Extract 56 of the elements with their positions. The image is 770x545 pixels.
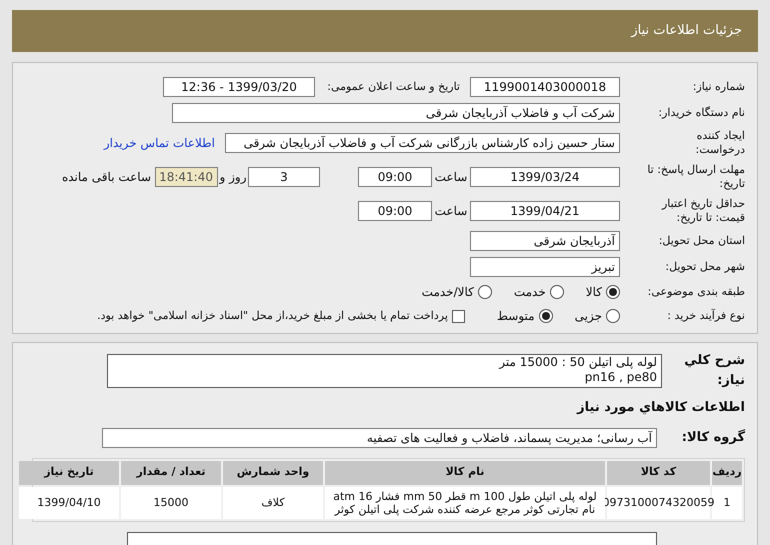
days-field: 3	[248, 167, 320, 187]
checkbox-label: پرداخت تمام یا بخشی از مبلغ خرید،از محل "اسناد خزانه اسلامی" خواهد بود.	[97, 308, 448, 324]
buyer-field: شرکت آب و فاضلاب آذربایجان شرقی	[172, 103, 620, 123]
radio-label: خدمت	[514, 284, 546, 301]
radio-button[interactable]	[606, 309, 620, 323]
time-label: ساعت	[434, 169, 468, 186]
deadline-date-field: 1399/03/24	[470, 167, 620, 187]
province-field: آذربایجان شرقی	[470, 231, 620, 251]
radio-button[interactable]	[478, 285, 492, 299]
radio-button[interactable]	[538, 309, 553, 323]
validity-date-field: 1399/04/21	[470, 201, 620, 221]
goods-group-label: گروه کالا:	[680, 428, 745, 447]
checkbox[interactable]	[452, 310, 465, 322]
radio-button[interactable]	[550, 285, 564, 299]
announce-date-field: 1399/03/20 - 12:36	[163, 77, 315, 97]
radio-label: متوسط	[496, 308, 535, 325]
validity-time-field: 09:00	[358, 201, 432, 221]
city-field: تبریز	[470, 257, 620, 277]
field-label: ایجاد کننده درخواست:	[694, 129, 745, 157]
field-label: طبقه بندی موضوعی:	[646, 285, 745, 299]
remaining-time-field: 18:41:40	[155, 167, 218, 187]
column-header: ردیف	[712, 460, 742, 484]
field-label: نوع فرآیند خرید :	[666, 309, 745, 323]
table-cell: لوله پلی اتیلن طول 100 m قطر 50 mm فشار 16 atm نام تجارتی کوثر مرجع عرضه کننده شرکت پلی اتیلن کوثر	[325, 486, 605, 518]
table-cell: 15000	[121, 486, 221, 518]
table-cell: 1399/04/10	[19, 486, 119, 518]
field-label: شهر محل تحویل:	[664, 260, 745, 274]
goods-heading: اطلاعات كالاهاي مورد نياز	[576, 399, 745, 417]
page-title: جزئیات اطلاعات نیاز	[631, 22, 742, 40]
field-label: شماره نیاز:	[692, 80, 745, 94]
description-line: لوله پلی اتیلن 50 : 15000 متر	[498, 354, 657, 370]
description-label: شرح كلي نياز:	[683, 352, 745, 390]
radio-button[interactable]	[606, 285, 620, 299]
field-label: حداقل تاریخ اعتبار قیمت: تا تاریخ:	[660, 197, 745, 225]
column-header: تاریخ نیاز	[19, 460, 119, 484]
field-label: استان محل تحویل:	[658, 234, 745, 248]
field-label: تاریخ و ساعت اعلان عمومی:	[326, 80, 460, 94]
radio-label: جزیی	[574, 308, 602, 325]
radio-label: کالا/خدمت	[422, 284, 474, 301]
field-label: نام دستگاه خریدار:	[657, 106, 745, 120]
column-header: کد کالا	[607, 460, 710, 484]
table-cell: کلاف	[223, 486, 323, 518]
deadline-time-field: 09:00	[358, 167, 432, 187]
column-header: نام کالا	[325, 460, 605, 484]
goods-group-field: آب رسانی؛ مدیریت پسماند، فاضلاب و فعالیت های تصفیه	[102, 428, 657, 448]
remaining-label: ساعت باقی مانده	[62, 169, 152, 186]
radio-label: کالا	[586, 284, 602, 301]
description-line: pn16 , pe80	[584, 370, 657, 384]
time-label: ساعت	[434, 203, 468, 220]
field-label: مهلت ارسال پاسخ: تا تاریخ:	[646, 163, 745, 191]
buyer-contact-link[interactable]: اطلاعات تماس خریدار	[104, 134, 215, 152]
creator-field: ستار حسین زاده کارشناس بازرگانی شرکت آب و فاضلاب آذربایجان شرقی	[225, 133, 620, 153]
days-label: روز و	[218, 169, 248, 186]
column-header: تعداد / مقدار	[121, 460, 221, 484]
column-header: واحد شمارش	[223, 460, 323, 484]
need-number-field: 1199001403000018	[470, 77, 620, 97]
